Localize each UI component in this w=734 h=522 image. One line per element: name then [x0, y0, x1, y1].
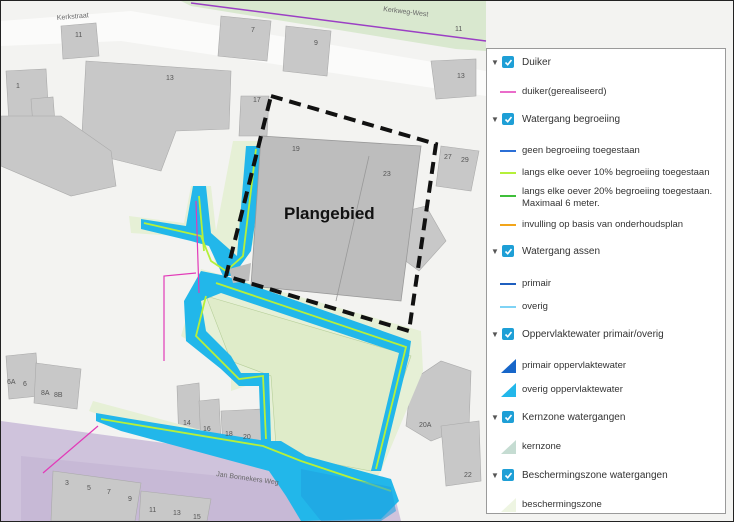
- line-symbol-icon: [497, 191, 519, 201]
- legend-item: invulling op basis van onderhoudsplan: [497, 219, 722, 231]
- layer-checkbox[interactable]: [502, 56, 514, 68]
- legend-item-label: primair oppervlaktewater: [522, 360, 627, 371]
- legend-group-beschermingszone[interactable]: ▼ Beschermingszone watergangen: [487, 467, 725, 483]
- layer-checkbox[interactable]: [502, 411, 514, 423]
- legend-item-label: kernzone: [522, 441, 562, 452]
- legend-group-label: Oppervlaktewater primair/overig: [522, 328, 664, 340]
- legend-group-duiker[interactable]: ▼ Duiker: [487, 54, 725, 70]
- svg-text:6: 6: [23, 381, 27, 388]
- plangebied-label: Plangebied: [284, 204, 375, 223]
- legend-group-kernzone[interactable]: ▼ Kernzone watergangen: [487, 409, 725, 425]
- legend-group-label: Beschermingszone watergangen: [522, 469, 668, 481]
- svg-text:14: 14: [183, 420, 191, 427]
- svg-text:8B: 8B: [54, 392, 63, 399]
- layer-checkbox[interactable]: [502, 113, 514, 125]
- svg-text:20A: 20A: [419, 422, 432, 429]
- svg-text:11: 11: [455, 26, 462, 33]
- svg-text:3: 3: [65, 480, 69, 487]
- line-symbol-icon: [497, 168, 519, 178]
- svg-text:16: 16: [203, 426, 211, 433]
- legend-item-label: langs elke oever 10% begroeiing toegesta…: [522, 167, 710, 178]
- legend-item: beschermingszone: [497, 496, 722, 513]
- chevron-down-icon[interactable]: ▼: [490, 115, 500, 124]
- svg-text:7: 7: [107, 489, 111, 496]
- legend-item: duiker(gerealiseerd): [497, 86, 722, 98]
- svg-text:1: 1: [16, 83, 20, 90]
- legend-item: primair: [497, 278, 722, 290]
- svg-text:23: 23: [383, 171, 391, 178]
- legend-item-label: geen begroeiing toegestaan: [522, 145, 640, 156]
- legend-group-label: Watergang assen: [522, 245, 601, 257]
- svg-text:18: 18: [225, 431, 233, 438]
- legend-item: primair oppervlaktewater: [497, 357, 722, 374]
- map-frame: Plangebied Kerkstraat Kerkweg-West Jan B…: [0, 0, 734, 522]
- svg-text:13: 13: [166, 75, 174, 82]
- legend-group-watergang-begroeiing[interactable]: ▼ Watergang begroeiing: [487, 111, 725, 127]
- svg-text:15: 15: [193, 514, 201, 521]
- legend-item: overig oppervlaktewater: [497, 381, 722, 398]
- legend-group-oppervlaktewater[interactable]: ▼ Oppervlaktewater primair/overig: [487, 326, 725, 342]
- legend-item: langs elke oever 10% begroeiing toegesta…: [497, 167, 722, 179]
- polygon-symbol-icon: [497, 439, 519, 455]
- legend-item-label: primair: [522, 278, 552, 289]
- svg-text:17: 17: [253, 97, 261, 104]
- svg-text:11: 11: [75, 32, 82, 39]
- svg-text:29: 29: [461, 157, 469, 164]
- svg-text:5: 5: [87, 485, 91, 492]
- legend-group-watergang-assen[interactable]: ▼ Watergang assen: [487, 243, 725, 259]
- svg-text:6A: 6A: [7, 379, 16, 386]
- legend-group-label: Kernzone watergangen: [522, 411, 626, 423]
- svg-text:27: 27: [444, 154, 452, 161]
- svg-text:22: 22: [464, 472, 472, 479]
- legend-item-label: langs elke oever 20% begroeiing toegesta…: [522, 186, 713, 209]
- chevron-down-icon[interactable]: ▼: [490, 471, 500, 480]
- line-symbol-icon: [497, 87, 519, 97]
- line-symbol-icon: [497, 146, 519, 156]
- legend-item-label: overig oppervlaktewater: [522, 384, 623, 395]
- chevron-down-icon[interactable]: ▼: [490, 247, 500, 256]
- svg-text:13: 13: [457, 73, 465, 80]
- svg-text:9: 9: [128, 496, 132, 503]
- polygon-symbol-icon: [497, 497, 519, 513]
- svg-text:11: 11: [149, 507, 156, 514]
- chevron-down-icon[interactable]: ▼: [490, 413, 500, 422]
- legend-item-label: beschermingszone: [522, 499, 602, 510]
- legend-item-label: invulling op basis van onderhoudsplan: [522, 219, 684, 230]
- svg-text:7: 7: [251, 27, 255, 34]
- polygon-symbol-icon: [497, 382, 519, 398]
- legend-item-label: overig: [522, 301, 548, 312]
- legend-group-label: Duiker: [522, 56, 551, 68]
- legend-item: overig: [497, 301, 722, 313]
- legend-panel: ▼ Duiker duiker(gerealiseerd) ▼ Watergan…: [486, 48, 726, 514]
- line-symbol-icon: [497, 302, 519, 312]
- legend-group-label: Watergang begroeiing: [522, 113, 621, 125]
- layer-checkbox[interactable]: [502, 245, 514, 257]
- legend-item-label: duiker(gerealiseerd): [522, 86, 607, 97]
- legend-item: kernzone: [497, 438, 722, 455]
- svg-text:13: 13: [173, 510, 181, 517]
- chevron-down-icon[interactable]: ▼: [490, 58, 500, 67]
- svg-text:20: 20: [243, 434, 251, 441]
- svg-text:19: 19: [292, 146, 300, 153]
- chevron-down-icon[interactable]: ▼: [490, 330, 500, 339]
- layer-checkbox[interactable]: [502, 328, 514, 340]
- svg-text:8A: 8A: [41, 390, 50, 397]
- line-symbol-icon: [497, 279, 519, 289]
- line-symbol-icon: [497, 220, 519, 230]
- polygon-symbol-icon: [497, 358, 519, 374]
- layer-checkbox[interactable]: [502, 469, 514, 481]
- svg-text:9: 9: [314, 40, 318, 47]
- legend-item: geen begroeiing toegestaan: [497, 145, 722, 157]
- legend-item: langs elke oever 20% begroeiing toegesta…: [497, 186, 722, 209]
